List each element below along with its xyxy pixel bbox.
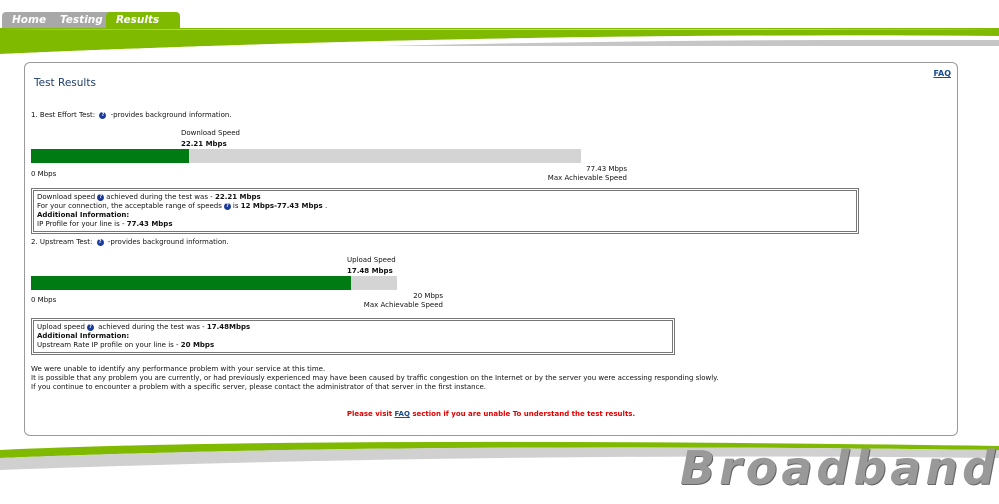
header-swoosh xyxy=(0,28,999,58)
footer-suffix: section if you are unable To understand … xyxy=(409,410,636,418)
download-heading: 1. Best Effort Test: ? -provides backgro… xyxy=(31,111,232,119)
download-speed-fill xyxy=(31,149,189,163)
header-band xyxy=(0,28,999,58)
upload-heading-suffix: -provides background information. xyxy=(107,238,229,246)
download-heading-label: 1. Best Effort Test: xyxy=(31,111,96,119)
tab-bar: Home Testing Results xyxy=(0,0,999,28)
results-panel: Test Results FAQ 1. Best Effort Test: ? … xyxy=(24,62,958,436)
download-detail-line1: Download speed? achieved during the test … xyxy=(37,193,853,202)
upload-detail-value: 17.48Mbps xyxy=(206,323,251,331)
faq-footer-link[interactable]: FAQ xyxy=(395,410,410,418)
faq-link[interactable]: FAQ xyxy=(933,69,951,78)
upload-max-value: 20 Mbps xyxy=(413,292,443,300)
upload-detail-line3: Upstream Rate IP profile on your line is… xyxy=(37,341,669,350)
download-max-value: 77.43 Mbps xyxy=(586,165,627,173)
upload-detail-line1: Upload speed? achieved during the test w… xyxy=(37,323,669,332)
range-suffix: . xyxy=(322,202,328,210)
upload-heading: 2. Upstream Test: ? -provides background… xyxy=(31,238,229,246)
page-title: Test Results xyxy=(34,77,96,89)
faq-footer-note: Please visit FAQ section if you are unab… xyxy=(25,410,957,418)
download-detail-label: Download speed xyxy=(37,193,96,201)
ip-profile-value: 77.43 Mbps xyxy=(126,220,173,228)
upload-detail-label: Upload speed xyxy=(37,323,85,331)
upload-details-box: Upload speed? achieved during the test w… xyxy=(31,318,675,355)
results-notice: We were unable to identify any performan… xyxy=(31,365,719,392)
info-icon[interactable]: ? xyxy=(97,193,105,201)
download-additional-info-heading: Additional Information: xyxy=(37,211,130,219)
range-label: For your connection, the acceptable rang… xyxy=(37,202,222,210)
upload-additional-info-heading: Additional Information: xyxy=(37,332,130,340)
broadband-logo: Broadband xyxy=(680,441,999,495)
download-speed-label: Download Speed xyxy=(181,129,240,137)
info-icon[interactable]: ? xyxy=(86,323,94,331)
upload-speed-bar xyxy=(31,276,397,290)
upstream-profile-value: 20 Mbps xyxy=(180,341,215,349)
download-min-label: 0 Mbps xyxy=(31,170,57,178)
upload-max-label: Max Achievable Speed xyxy=(363,301,443,309)
notice-line2: It is possible that any problem you are … xyxy=(31,374,719,382)
ip-profile-label: IP Profile for your line is - xyxy=(37,220,127,228)
footer-prefix: Please visit xyxy=(346,410,395,418)
range-text: is xyxy=(232,202,241,210)
upload-speed-label: Upload Speed xyxy=(347,256,396,264)
upload-heading-label: 2. Upstream Test: xyxy=(31,238,93,246)
notice-line3: If you continue to encounter a problem w… xyxy=(31,383,486,391)
download-heading-suffix: -provides background information. xyxy=(110,111,232,119)
upload-speed-value: 17.48 Mbps xyxy=(347,267,393,275)
upstream-profile-label: Upstream Rate IP profile on your line is… xyxy=(37,341,181,349)
download-max-label: Max Achievable Speed xyxy=(547,174,627,182)
download-detail-line2: For your connection, the acceptable rang… xyxy=(37,202,853,211)
tab-results[interactable]: Results xyxy=(106,12,180,28)
info-icon[interactable]: ? xyxy=(223,202,231,210)
upload-detail-text: achieved during the test was - xyxy=(95,323,207,331)
download-detail-text: achieved during the test was - xyxy=(106,193,215,201)
upload-speed-fill xyxy=(31,276,351,290)
download-details-box: Download speed? achieved during the test … xyxy=(31,188,859,234)
download-detail-value: 22.21 Mbps xyxy=(214,193,261,201)
info-icon[interactable]: ? xyxy=(99,111,107,119)
info-icon[interactable]: ? xyxy=(96,238,104,246)
notice-line1: We were unable to identify any performan… xyxy=(31,365,326,373)
download-detail-line4: IP Profile for your line is - 77.43 Mbps xyxy=(37,220,853,229)
download-speed-bar xyxy=(31,149,581,163)
download-speed-value: 22.21 Mbps xyxy=(181,140,227,148)
upload-min-label: 0 Mbps xyxy=(31,296,57,304)
range-value: 12 Mbps-77.43 Mbps xyxy=(240,202,323,210)
